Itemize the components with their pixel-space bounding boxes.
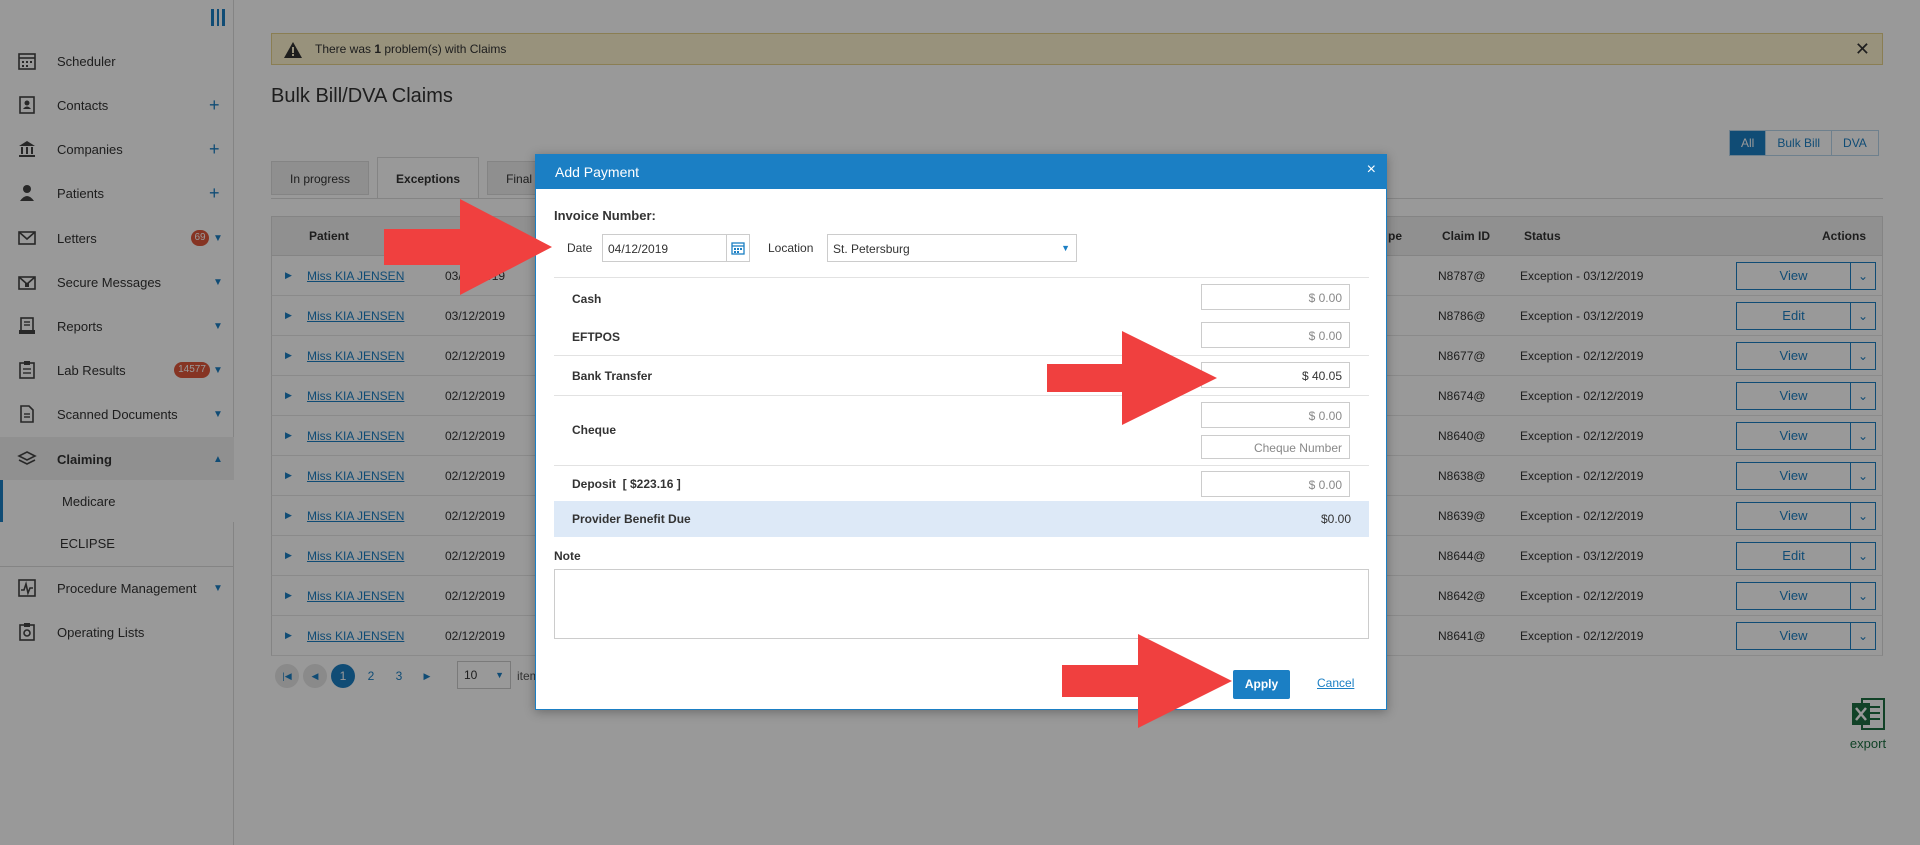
- annotation-arrow-apply: [1062, 634, 1232, 728]
- deposit-label: Deposit [ $223.16 ]: [572, 477, 681, 491]
- annotation-arrow-date: [384, 199, 552, 295]
- provider-benefit-row: Provider Benefit Due $0.00: [554, 501, 1369, 537]
- cheque-amount-input[interactable]: $ 0.00: [1201, 402, 1350, 428]
- chevron-down-icon: ▼: [1061, 243, 1070, 253]
- invoice-number-label: Invoice Number:: [554, 208, 656, 223]
- deposit-row: Deposit [ $223.16 ] $ 0.00: [554, 465, 1369, 501]
- cheque-label: Cheque: [572, 423, 617, 437]
- note-label: Note: [554, 549, 581, 563]
- cash-label: Cash: [572, 292, 602, 306]
- cheque-row: Cheque $ 0.00 Cheque Number: [554, 395, 1369, 465]
- bank-transfer-row: Bank Transfer $ 40.05: [554, 355, 1369, 395]
- cash-amount-input[interactable]: $ 0.00: [1201, 284, 1350, 310]
- deposit-amount-input[interactable]: $ 0.00: [1201, 471, 1350, 497]
- bank-transfer-amount-input[interactable]: $ 40.05: [1201, 362, 1350, 388]
- cheque-number-input[interactable]: Cheque Number: [1201, 435, 1350, 459]
- cash-eftpos-row: Cash $ 0.00 EFTPOS $ 0.00: [554, 277, 1369, 355]
- apply-button[interactable]: Apply: [1233, 670, 1290, 699]
- annotation-arrow-bank-transfer: [1047, 331, 1217, 425]
- eftpos-amount-input[interactable]: $ 0.00: [1201, 322, 1350, 348]
- add-payment-dialog: Add Payment × Invoice Number: Date 04/12…: [535, 154, 1387, 710]
- date-label: Date: [567, 241, 593, 255]
- note-textarea[interactable]: [554, 569, 1369, 639]
- location-label: Location: [768, 241, 814, 255]
- provider-benefit-label: Provider Benefit Due: [572, 512, 691, 526]
- date-field[interactable]: 04/12/2019: [602, 234, 727, 262]
- calendar-icon[interactable]: [726, 234, 750, 262]
- bank-transfer-label: Bank Transfer: [572, 369, 653, 383]
- cancel-link[interactable]: Cancel: [1317, 676, 1354, 690]
- provider-benefit-value: $0.00: [1320, 512, 1351, 526]
- close-icon[interactable]: ×: [1367, 161, 1376, 179]
- dialog-header: Add Payment ×: [536, 155, 1386, 189]
- dialog-title: Add Payment: [555, 164, 640, 180]
- eftpos-label: EFTPOS: [572, 330, 621, 344]
- location-select[interactable]: St. Petersburg ▼: [827, 234, 1077, 262]
